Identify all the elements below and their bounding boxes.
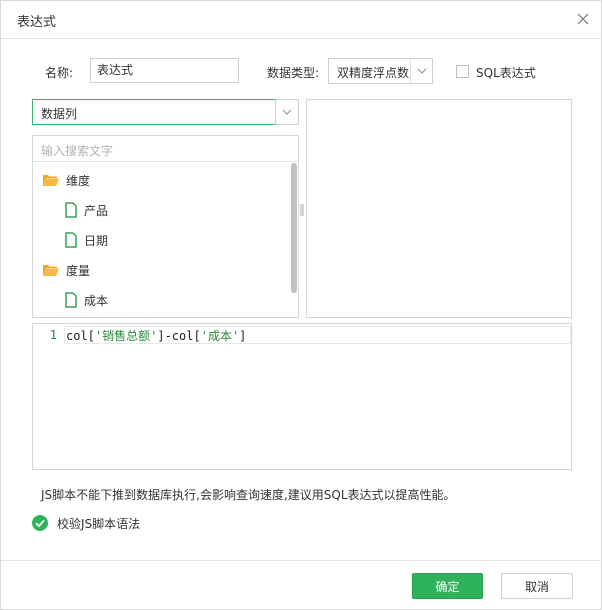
line-number: 1 (49, 328, 57, 342)
ok-button[interactable]: 确定 (412, 573, 483, 599)
sql-label: SQL表达式 (476, 66, 536, 80)
tree-group-measure[interactable]: 度量 (42, 258, 90, 282)
document-icon (65, 232, 77, 248)
tree-scrollbar[interactable] (291, 163, 297, 317)
editor-gutter: 1 (33, 324, 61, 469)
code-token: ] (239, 329, 247, 343)
dialog-title: 表达式 (17, 15, 57, 30)
chevron-down-icon[interactable] (410, 59, 432, 83)
expression-dialog: 表达式 名称: 表达式 数据类型: 双精度浮点数 SQL表达式 数据列 输入搜索… (0, 0, 602, 610)
vertical-splitter-handle[interactable] (300, 204, 304, 216)
column-type-value: 数据列 (41, 107, 78, 121)
tree-item-label: 成本 (84, 293, 109, 308)
tree-item-product[interactable]: 产品 (64, 198, 108, 222)
folder-open-icon (43, 175, 59, 186)
datatype-value: 双精度浮点数 (337, 66, 410, 80)
dialog-titlebar: 表达式 (1, 1, 601, 39)
check-circle-icon (32, 515, 48, 531)
tree-item-cost[interactable]: 成本 (64, 288, 108, 312)
tree-item-label: 产品 (84, 203, 109, 218)
tree-group-label: 维度 (66, 173, 91, 188)
chevron-down-icon[interactable] (275, 99, 299, 125)
search-input[interactable]: 输入搜索文字 (33, 136, 298, 162)
name-label: 名称: (45, 66, 74, 80)
tree-item-date[interactable]: 日期 (64, 228, 108, 252)
datatype-select[interactable]: 双精度浮点数 (328, 58, 433, 84)
tree-group-label: 度量 (66, 263, 91, 278)
column-type-select[interactable]: 数据列 (32, 99, 299, 125)
folder-open-icon (43, 265, 59, 276)
code-string: '销售总额' (94, 329, 158, 343)
code-string: '成本' (200, 329, 240, 343)
tree-item-label: 日期 (84, 233, 109, 248)
name-input[interactable]: 表达式 (90, 58, 239, 83)
code-editor[interactable]: 1 col['销售总额']-col['成本'] (32, 323, 572, 470)
document-icon (65, 292, 77, 308)
close-icon[interactable] (575, 11, 591, 27)
verify-script-link[interactable]: 校验JS脚本语法 (32, 514, 140, 532)
code-token: ]-col[ (157, 329, 201, 343)
description-panel (306, 99, 572, 318)
dialog-footer: 确定 取消 (1, 560, 601, 609)
column-tree-panel: 输入搜索文字 维度 产品 日期 度量 成本 (32, 135, 299, 318)
code-text[interactable]: col['销售总额']-col['成本'] (66, 327, 246, 344)
tree-group-dimension[interactable]: 维度 (42, 168, 90, 192)
cancel-button[interactable]: 取消 (501, 573, 573, 599)
document-icon (65, 202, 77, 218)
verify-label: 校验JS脚本语法 (57, 516, 141, 531)
scrollbar-thumb[interactable] (291, 163, 297, 293)
datatype-label: 数据类型: (267, 66, 320, 80)
code-token: col[ (66, 329, 95, 343)
search-placeholder: 输入搜索文字 (41, 144, 114, 158)
sql-checkbox[interactable] (456, 65, 469, 78)
column-type-field[interactable]: 数据列 (32, 99, 276, 125)
performance-notice: JS脚本不能下推到数据库执行,会影响查询速度,建议用SQL表达式以提高性能。 (41, 488, 456, 502)
